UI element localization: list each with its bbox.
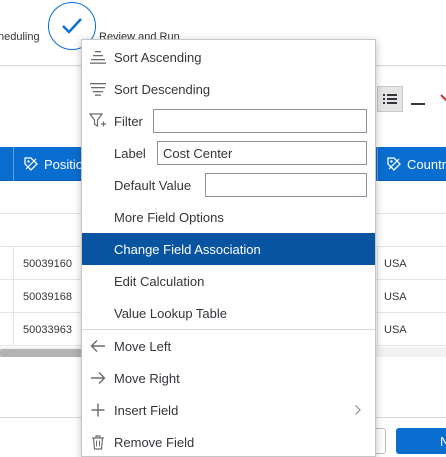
menu-item-label-field: Label xyxy=(82,137,375,169)
menu-item-label: More Field Options xyxy=(114,209,224,225)
menu-item-move-right[interactable]: Move Right xyxy=(82,362,375,394)
menu-item-label: Move Left xyxy=(114,338,172,354)
menu-item-filter: Filter xyxy=(82,105,375,137)
pin-icon xyxy=(440,94,446,102)
position-cell[interactable]: 50033963 xyxy=(15,313,83,346)
menu-item-label: Sort Descending xyxy=(114,81,211,97)
row-select-cell[interactable] xyxy=(0,247,14,280)
filter-input[interactable] xyxy=(153,109,367,133)
menu-item-sort-ascending[interactable]: Sort Ascending xyxy=(82,41,375,73)
menu-item-label: Label xyxy=(114,145,146,161)
plus-icon xyxy=(89,402,107,418)
label-input[interactable] xyxy=(157,141,367,165)
menu-item-label: Filter xyxy=(114,113,143,129)
list-icon xyxy=(383,94,397,104)
header-position-column[interactable]: Positio xyxy=(15,147,83,181)
arrow-left-icon xyxy=(89,338,107,354)
minimize-button[interactable] xyxy=(405,86,431,112)
header-country-column[interactable]: Countr xyxy=(377,147,446,181)
header-position-label: Positio xyxy=(44,156,84,172)
more-button[interactable] xyxy=(432,86,446,112)
filter-icon xyxy=(89,113,107,129)
menu-item-move-left[interactable]: Move Left xyxy=(82,330,375,362)
menu-item-value-lookup-table[interactable]: Value Lookup Table xyxy=(82,297,375,329)
position-cell[interactable]: 50039160 xyxy=(15,247,83,280)
country-cell[interactable]: USA xyxy=(377,280,446,313)
menu-item-label: Sort Ascending xyxy=(114,49,202,65)
country-cell[interactable]: USA xyxy=(377,313,446,346)
chevron-right-icon xyxy=(355,405,361,415)
wizard-step-scheduling-label[interactable]: neduling xyxy=(0,31,40,43)
country-cell[interactable]: USA xyxy=(377,247,446,280)
sort-ascending-icon xyxy=(89,49,107,65)
sort-descending-icon xyxy=(89,81,107,97)
header-select-cell[interactable] xyxy=(0,147,14,181)
column-context-menu: Sort Ascending Sort Descending Filter La… xyxy=(81,39,376,457)
default-value-input[interactable] xyxy=(205,173,367,197)
row-select-cell[interactable] xyxy=(0,313,14,346)
menu-item-label: Value Lookup Table xyxy=(114,305,228,321)
menu-item-label: Move Right xyxy=(114,370,180,386)
tag-icon xyxy=(387,157,401,171)
row-select-cell[interactable] xyxy=(0,280,14,313)
menu-item-label: Insert Field xyxy=(114,402,179,418)
list-view-button[interactable] xyxy=(377,86,403,112)
position-cell[interactable]: 50039168 xyxy=(15,280,83,313)
menu-item-sort-descending[interactable]: Sort Descending xyxy=(82,73,375,105)
menu-item-label: Change Field Association xyxy=(114,241,261,257)
menu-item-change-field-association[interactable]: Change Field Association xyxy=(82,233,375,265)
menu-item-edit-calculation[interactable]: Edit Calculation xyxy=(82,265,375,297)
next-button[interactable]: N xyxy=(396,428,446,454)
menu-item-label: Default Value xyxy=(114,177,192,193)
checkmark-icon xyxy=(62,18,82,34)
menu-item-insert-field[interactable]: Insert Field xyxy=(82,394,375,426)
tag-icon xyxy=(24,157,38,171)
menu-item-label: Edit Calculation xyxy=(114,273,205,289)
menu-item-more-field-options[interactable]: More Field Options xyxy=(82,201,375,233)
menu-item-label: Remove Field xyxy=(114,434,195,450)
minimize-icon xyxy=(411,103,425,105)
menu-item-remove-field[interactable]: Remove Field xyxy=(82,426,375,457)
header-country-label: Countr xyxy=(407,156,446,172)
trash-icon xyxy=(89,434,107,450)
horizontal-scrollbar-thumb[interactable] xyxy=(0,349,84,357)
next-button-label: N xyxy=(440,433,446,449)
arrow-right-icon xyxy=(89,370,107,386)
menu-item-default-value: Default Value xyxy=(82,169,375,201)
